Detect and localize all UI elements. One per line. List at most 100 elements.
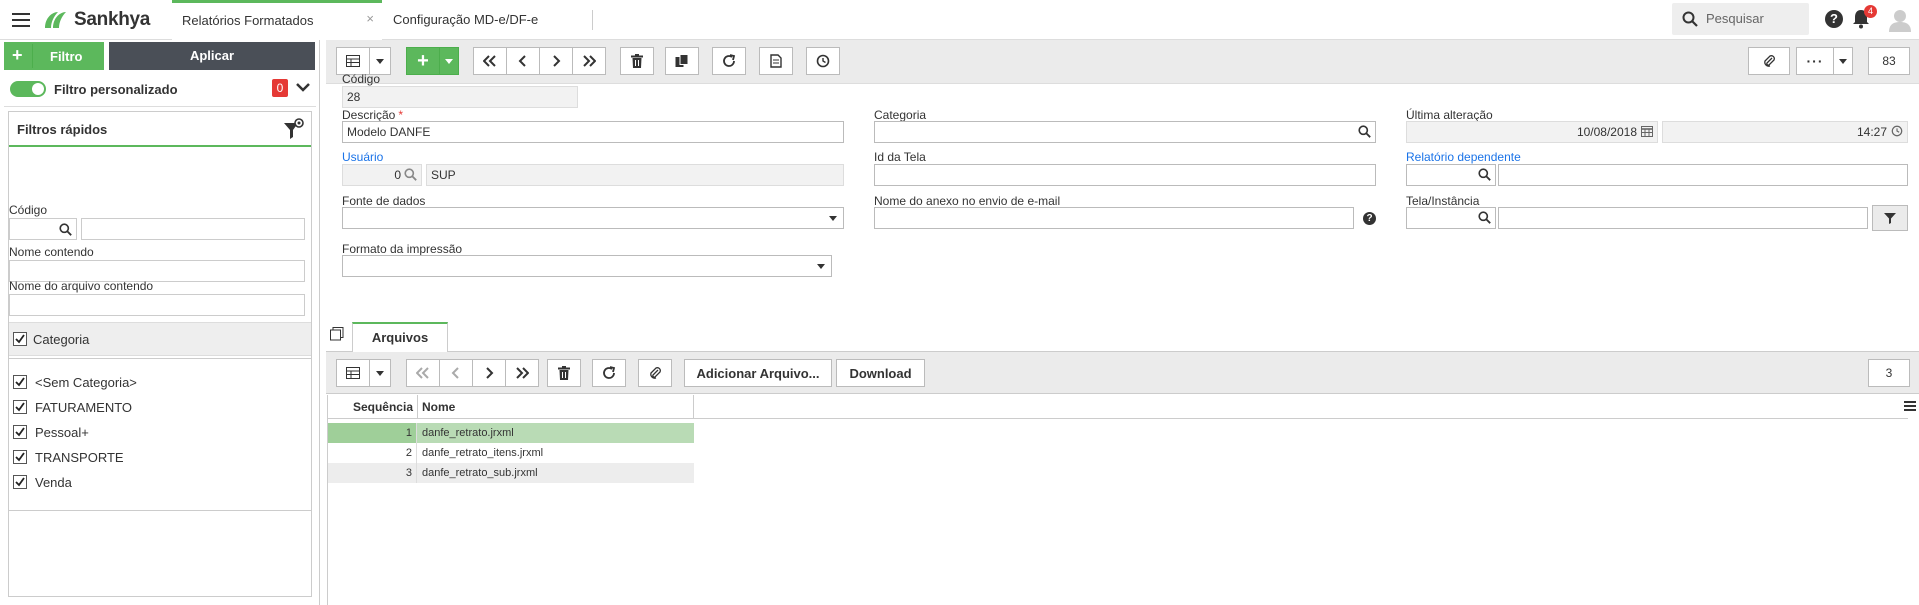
close-icon[interactable]: × <box>366 1 374 37</box>
apply-button[interactable]: Aplicar <box>109 42 315 70</box>
formato-impressao-select[interactable] <box>342 255 832 277</box>
add-record-button[interactable]: + <box>406 47 440 75</box>
ultima-date-value: 10/08/2018 <box>1576 125 1637 139</box>
required-marker: * <box>398 108 404 122</box>
category-checkbox[interactable] <box>13 450 27 464</box>
tab-arquivos[interactable]: Arquivos <box>352 322 448 352</box>
anexo-email-field[interactable] <box>874 207 1354 229</box>
grid-view-button[interactable] <box>336 359 370 387</box>
refresh-button[interactable] <box>712 47 746 75</box>
user-avatar-icon[interactable] <box>1888 8 1912 35</box>
add-file-button[interactable]: Adicionar Arquivo... <box>684 359 832 387</box>
arquivo-filter-input[interactable] <box>9 294 305 316</box>
col-sequencia[interactable]: Sequência <box>328 395 418 419</box>
grid-view-button[interactable] <box>336 47 370 75</box>
last-record-button[interactable] <box>572 47 606 75</box>
fonte-dados-select[interactable] <box>342 207 844 229</box>
categoria-field[interactable] <box>874 121 1376 143</box>
help-icon[interactable]: ? <box>1363 212 1376 225</box>
menu-icon[interactable] <box>12 13 30 27</box>
tela-instancia-desc-field[interactable] <box>1498 207 1868 229</box>
refresh-button[interactable] <box>592 359 626 387</box>
tela-instancia-code-field[interactable] <box>1406 207 1496 229</box>
category-checkbox[interactable] <box>13 475 27 489</box>
relatorio-dependente-code-field[interactable] <box>1406 164 1496 186</box>
codigo-filter-input[interactable] <box>9 218 77 240</box>
descricao-field[interactable]: Modelo DANFE <box>342 121 844 143</box>
quick-filters-panel: Filtros rápidos Código Nome contendo Nom… <box>8 111 312 597</box>
tab-label: Configuração MD-e/DF-e <box>393 12 539 27</box>
delete-button[interactable] <box>547 359 581 387</box>
history-button[interactable] <box>806 47 840 75</box>
table-row[interactable]: 2 danfe_retrato_itens.jrxml <box>328 443 694 463</box>
view-dropdown-button[interactable] <box>369 359 391 387</box>
attachment-button[interactable] <box>638 359 672 387</box>
view-dropdown-button[interactable] <box>369 47 391 75</box>
category-checkbox[interactable] <box>13 375 27 389</box>
search-box[interactable]: Pesquisar <box>1672 3 1809 35</box>
relatorio-dependente-label[interactable]: Relatório dependente <box>1406 150 1521 164</box>
add-filter-button[interactable]: + Filtro <box>4 42 104 70</box>
ultima-alteracao-time: 14:27 <box>1662 121 1908 143</box>
search-icon[interactable] <box>59 223 72 236</box>
filter-settings-icon[interactable] <box>283 118 305 143</box>
report-button[interactable] <box>759 47 793 75</box>
id-tela-field[interactable] <box>874 164 1376 186</box>
search-icon[interactable] <box>1358 125 1371 138</box>
descricao-label-text: Descrição <box>342 108 396 122</box>
next-record-button[interactable] <box>472 359 506 387</box>
double-chevron-left-icon <box>483 55 496 67</box>
chevron-right-icon <box>486 367 494 379</box>
usuario-label[interactable]: Usuário <box>342 150 383 164</box>
formato-impressao-label: Formato da impressão <box>342 242 463 256</box>
notification-badge: 4 <box>1864 5 1877 18</box>
app-logo[interactable]: Sankhya <box>42 8 150 32</box>
grid-icon <box>346 367 360 379</box>
help-icon[interactable]: ? <box>1825 10 1843 28</box>
tab-relatorios-formatados[interactable]: Relatórios Formatados × <box>172 0 382 40</box>
tab-divider <box>592 10 593 30</box>
download-button[interactable]: Download <box>836 359 925 387</box>
plus-icon: + <box>12 45 23 65</box>
tab-configuracao-mde[interactable]: Configuração MD-e/DF-e × <box>383 0 593 40</box>
expand-icon[interactable] <box>330 327 344 344</box>
categoria-checkbox[interactable] <box>13 332 27 346</box>
category-checkbox[interactable] <box>13 400 27 414</box>
column-menu-icon[interactable] <box>1904 400 1916 414</box>
more-dropdown-button[interactable] <box>1833 47 1853 75</box>
attachment-button[interactable] <box>1748 47 1790 75</box>
duplicate-button[interactable] <box>665 47 699 75</box>
table-row[interactable]: 1 danfe_retrato.jrxml <box>328 423 694 443</box>
previous-record-button[interactable] <box>439 359 473 387</box>
main-content: + ··· 83 Código 28 Descrição * Modelo DAN… <box>326 40 1919 605</box>
ultima-time-value: 14:27 <box>1856 125 1887 139</box>
add-dropdown-button[interactable] <box>439 47 459 75</box>
category-checkbox[interactable] <box>13 425 27 439</box>
descricao-label: Descrição * <box>342 108 403 122</box>
cell-sequencia: 2 <box>328 443 417 463</box>
table-row[interactable]: 3 danfe_retrato_sub.jrxml <box>328 463 694 483</box>
codigo-field: 28 <box>342 86 578 108</box>
grid-header: Sequência Nome <box>328 395 1908 419</box>
usuario-code-field: 0 <box>342 164 422 186</box>
search-icon[interactable] <box>1478 211 1491 224</box>
custom-filter-toggle[interactable] <box>10 81 46 97</box>
last-record-button[interactable] <box>505 359 539 387</box>
codigo-filter-desc-input[interactable] <box>81 218 305 240</box>
col-nome[interactable]: Nome <box>418 395 694 419</box>
search-icon[interactable] <box>1478 168 1491 181</box>
search-placeholder: Pesquisar <box>1706 11 1764 26</box>
relatorio-dependente-desc-field[interactable] <box>1498 164 1908 186</box>
search-icon <box>1682 11 1698 27</box>
delete-button[interactable] <box>620 47 654 75</box>
tab-label: Relatórios Formatados <box>182 13 314 28</box>
first-record-button[interactable] <box>406 359 440 387</box>
next-record-button[interactable] <box>539 47 573 75</box>
first-record-button[interactable] <box>473 47 507 75</box>
refresh-icon <box>603 366 616 379</box>
tela-instancia-filter-button[interactable] <box>1872 205 1908 231</box>
chevron-down-icon[interactable] <box>295 81 311 93</box>
previous-record-button[interactable] <box>506 47 540 75</box>
custom-filter-row: Filtro personalizado 0 <box>4 73 316 107</box>
more-options-button[interactable]: ··· <box>1796 47 1834 75</box>
